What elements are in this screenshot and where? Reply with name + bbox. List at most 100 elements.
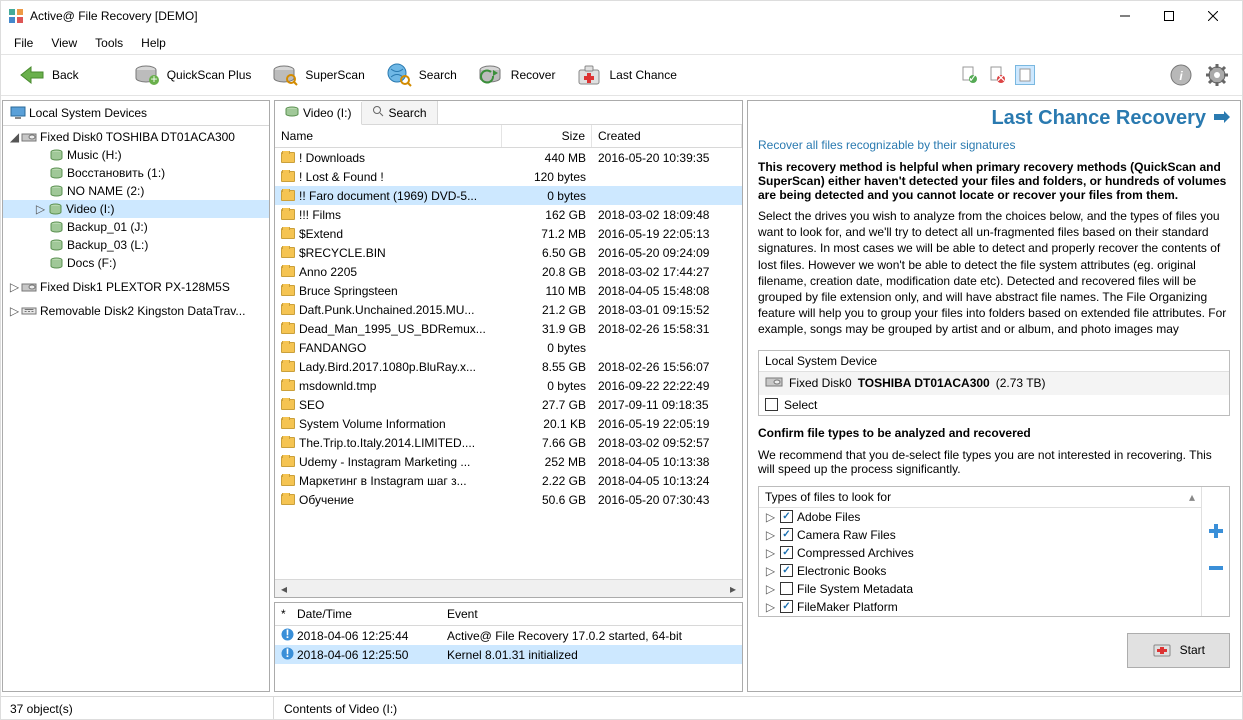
expand-icon[interactable]: ▷ bbox=[765, 546, 776, 560]
minimize-button[interactable] bbox=[1103, 1, 1147, 31]
volume-row[interactable]: Восстановить (1:) bbox=[3, 164, 269, 182]
col-size[interactable]: Size bbox=[502, 125, 592, 147]
checkbox-icon[interactable] bbox=[780, 582, 793, 595]
back-button[interactable]: Back bbox=[10, 57, 87, 93]
device-row[interactable]: Fixed Disk0 TOSHIBA DT01ACA300 (2.73 TB) bbox=[759, 372, 1229, 395]
file-row[interactable]: Daft.Punk.Unchained.2015.MU...21.2 GB201… bbox=[275, 300, 742, 319]
file-row[interactable]: !!! Films162 GB2018-03-02 18:09:48 bbox=[275, 205, 742, 224]
filetype-row[interactable]: ▷Compressed Archives bbox=[759, 544, 1201, 562]
checkbox-icon[interactable] bbox=[780, 600, 793, 613]
log-row[interactable]: !2018-04-06 12:25:50Kernel 8.01.31 initi… bbox=[275, 645, 742, 664]
close-button[interactable] bbox=[1191, 1, 1235, 31]
filetype-row[interactable]: ▷Camera Raw Files bbox=[759, 526, 1201, 544]
search-icon bbox=[372, 105, 384, 120]
col-created[interactable]: Created bbox=[592, 125, 742, 147]
col-star[interactable]: * bbox=[281, 607, 297, 621]
gear-icon[interactable] bbox=[1203, 61, 1231, 89]
expand-icon[interactable]: ▷ bbox=[35, 202, 46, 216]
file-row[interactable]: Anno 220520.8 GB2018-03-02 17:44:27 bbox=[275, 262, 742, 281]
search-button[interactable]: Search bbox=[377, 57, 465, 93]
file-row[interactable]: FANDANGO0 bytes bbox=[275, 338, 742, 357]
checkbox-icon[interactable] bbox=[780, 528, 793, 541]
log-event: Kernel 8.01.31 initialized bbox=[447, 648, 578, 662]
checkbox-icon[interactable] bbox=[780, 510, 793, 523]
device-tree[interactable]: ◢ Fixed Disk0 TOSHIBA DT01ACA300 Music (… bbox=[3, 126, 269, 691]
file-row[interactable]: !! Faro document (1969) DVD-5...0 bytes bbox=[275, 186, 742, 205]
arrow-right-icon[interactable] bbox=[1214, 111, 1230, 126]
menu-help[interactable]: Help bbox=[141, 36, 166, 50]
maximize-button[interactable] bbox=[1147, 1, 1191, 31]
expand-icon[interactable]: ▷ bbox=[765, 564, 776, 578]
remove-icon[interactable] bbox=[1207, 559, 1225, 580]
recover-button[interactable]: Recover bbox=[469, 57, 564, 93]
up-arrow-icon[interactable]: ▴ bbox=[1189, 490, 1195, 504]
volume-row[interactable]: Backup_03 (L:) bbox=[3, 236, 269, 254]
file-name: Dead_Man_1995_US_BDRemux... bbox=[299, 322, 486, 336]
disk0-row[interactable]: ◢ Fixed Disk0 TOSHIBA DT01ACA300 bbox=[3, 128, 269, 146]
tab-search[interactable]: Search bbox=[362, 101, 437, 124]
expand-icon[interactable]: ▷ bbox=[765, 582, 776, 596]
menu-tools[interactable]: Tools bbox=[95, 36, 123, 50]
volume-row[interactable]: ▷Video (I:) bbox=[3, 200, 269, 218]
file-row[interactable]: Маркетинг в Instagram шаг з...2.22 GB201… bbox=[275, 471, 742, 490]
doc-check-icon[interactable]: ✓ bbox=[959, 65, 979, 85]
volume-row[interactable]: Docs (F:) bbox=[3, 254, 269, 272]
volume-row[interactable]: NO NAME (2:) bbox=[3, 182, 269, 200]
file-row[interactable]: $RECYCLE.BIN6.50 GB2016-05-20 09:24:09 bbox=[275, 243, 742, 262]
file-row[interactable]: ! Lost & Found !120 bytes bbox=[275, 167, 742, 186]
expand-icon[interactable]: ▷ bbox=[9, 304, 20, 318]
superscan-button[interactable]: SuperScan bbox=[263, 57, 372, 93]
file-row[interactable]: msdownld.tmp0 bytes2016-09-22 22:22:49 bbox=[275, 376, 742, 395]
device-select[interactable]: Select bbox=[759, 395, 1229, 415]
file-list[interactable]: ! Downloads440 MB2016-05-20 10:39:35! Lo… bbox=[275, 148, 742, 579]
checkbox-icon[interactable] bbox=[780, 546, 793, 559]
file-row[interactable]: Dead_Man_1995_US_BDRemux...31.9 GB2018-0… bbox=[275, 319, 742, 338]
menu-file[interactable]: File bbox=[14, 36, 33, 50]
col-datetime[interactable]: Date/Time bbox=[297, 607, 447, 621]
col-event[interactable]: Event bbox=[447, 607, 478, 621]
file-row[interactable]: $Extend71.2 MB2016-05-19 22:05:13 bbox=[275, 224, 742, 243]
filetype-row[interactable]: ▷Electronic Books bbox=[759, 562, 1201, 580]
expand-icon[interactable]: ▷ bbox=[765, 510, 776, 524]
volume-row[interactable]: Music (H:) bbox=[3, 146, 269, 164]
filetype-row[interactable]: ▷File System Metadata bbox=[759, 580, 1201, 598]
expand-icon[interactable]: ▷ bbox=[765, 600, 776, 614]
lastchance-button[interactable]: Last Chance bbox=[567, 57, 684, 93]
col-name[interactable]: Name bbox=[275, 125, 502, 147]
menu-view[interactable]: View bbox=[51, 36, 77, 50]
file-row[interactable]: ! Downloads440 MB2016-05-20 10:39:35 bbox=[275, 148, 742, 167]
start-button[interactable]: Start bbox=[1127, 633, 1230, 668]
file-name: System Volume Information bbox=[299, 417, 446, 431]
filetype-row[interactable]: ▷FileMaker Platform bbox=[759, 598, 1201, 616]
doc-icon[interactable] bbox=[1015, 65, 1035, 85]
file-row[interactable]: The.Trip.to.Italy.2014.LIMITED....7.66 G… bbox=[275, 433, 742, 452]
doc-delete-icon[interactable]: ✕ bbox=[987, 65, 1007, 85]
disk2-row[interactable]: ▷ ⎓ Removable Disk2 Kingston DataTrav... bbox=[3, 302, 269, 320]
add-icon[interactable] bbox=[1207, 522, 1225, 543]
log-row[interactable]: !2018-04-06 12:25:44Active@ File Recover… bbox=[275, 626, 742, 645]
file-created: 2018-03-02 09:52:57 bbox=[592, 436, 742, 450]
checkbox-icon[interactable] bbox=[765, 398, 778, 411]
disk1-row[interactable]: ▷ Fixed Disk1 PLEXTOR PX-128M5S bbox=[3, 278, 269, 296]
file-row[interactable]: Обучение50.6 GB2016-05-20 07:30:43 bbox=[275, 490, 742, 509]
scroll-left-icon[interactable]: ◂ bbox=[275, 582, 293, 596]
quickscan-button[interactable]: + QuickScan Plus bbox=[125, 57, 260, 93]
collapse-icon[interactable]: ◢ bbox=[9, 130, 20, 144]
volume-row[interactable]: Backup_01 (J:) bbox=[3, 218, 269, 236]
tab-video[interactable]: Video (I:) bbox=[275, 102, 362, 125]
horizontal-scrollbar[interactable]: ◂ ▸ bbox=[275, 579, 742, 597]
file-name: FANDANGO bbox=[299, 341, 366, 355]
file-row[interactable]: Udemy - Instagram Marketing ...252 MB201… bbox=[275, 452, 742, 471]
window-title: Active@ File Recovery [DEMO] bbox=[30, 9, 1103, 23]
file-row[interactable]: System Volume Information20.1 KB2016-05-… bbox=[275, 414, 742, 433]
checkbox-icon[interactable] bbox=[780, 564, 793, 577]
file-row[interactable]: SEO27.7 GB2017-09-11 09:18:35 bbox=[275, 395, 742, 414]
folder-icon bbox=[281, 228, 295, 239]
expand-icon[interactable]: ▷ bbox=[9, 280, 20, 294]
filetype-row[interactable]: ▷Adobe Files bbox=[759, 508, 1201, 526]
file-row[interactable]: Bruce Springsteen110 MB2018-04-05 15:48:… bbox=[275, 281, 742, 300]
scroll-right-icon[interactable]: ▸ bbox=[724, 582, 742, 596]
file-row[interactable]: Lady.Bird.2017.1080p.BluRay.x...8.55 GB2… bbox=[275, 357, 742, 376]
expand-icon[interactable]: ▷ bbox=[765, 528, 776, 542]
info-icon[interactable]: i bbox=[1167, 61, 1195, 89]
